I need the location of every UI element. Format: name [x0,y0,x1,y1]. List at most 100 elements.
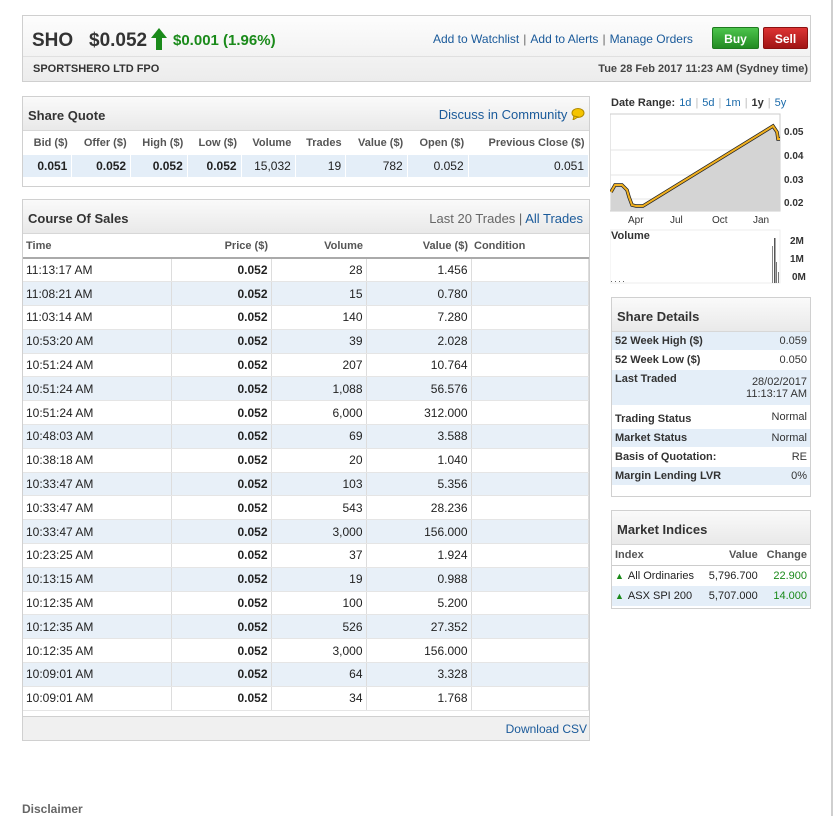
sales-cell: 156.000 [366,638,472,664]
sales-cell: 10.764 [366,353,472,378]
sales-cell: 0.052 [171,329,272,354]
speech-bubble-icon [571,108,585,122]
sales-cell: 0.052 [171,495,272,521]
volume-bar [778,272,779,283]
quote-header: Trades [306,137,342,149]
quote-header: Open ($) [419,137,465,149]
sales-cell: 11:03:14 AM [23,305,172,330]
quote-value: 0.051 [468,155,590,177]
sales-cell: 39 [271,329,367,354]
sales-cell [471,400,589,426]
table-row: 11:08:21 AM 0.052 15 0.780 [23,281,589,307]
table-row: 10:53:20 AM 0.052 39 2.028 [23,329,589,354]
sales-cell: 0.052 [171,258,272,283]
sales-cell [471,472,589,497]
quote-header: Offer ($) [83,137,127,149]
sales-cell: 0.052 [171,353,272,378]
stock-header: SHO $0.052 $0.001 (1.96%) Add to Watchli… [22,15,811,82]
index-header: Change [760,545,810,566]
sales-cell: 15 [271,281,367,307]
table-row: 10:51:24 AM 0.052 6,000 312.000 [23,400,589,426]
add-to-watchlist-link[interactable]: Add to Watchlist [433,32,519,46]
quote-value: 0.052 [407,155,469,177]
quote-value: 15,032 [241,155,296,177]
sell-button[interactable]: Sell [763,27,808,49]
sales-cell: 10:51:24 AM [23,400,172,426]
sales-cell: 10:38:18 AM [23,448,172,473]
stock-code: SHO [32,30,74,51]
sales-cell: 10:33:47 AM [23,472,172,497]
sales-cell: 0.052 [171,519,272,545]
volume-tick-label: 0M [792,272,806,283]
range-option-1y[interactable]: 1y [752,97,764,109]
table-row: 11:13:17 AM 0.052 28 1.456 [23,258,589,283]
date-range-label: Date Range: [611,97,676,109]
index-name[interactable]: All Ordinaries [628,570,694,582]
volume-bar [623,281,624,282]
market-indices-panel: Market Indices Index Value Change ▲ All Ord… [611,510,811,609]
index-name[interactable]: ASX SPI 200 [628,590,692,602]
sales-cell: 6,000 [271,400,367,426]
volume-bar [774,238,776,283]
share-details-title: Share Details [617,309,700,324]
disclaimer-link[interactable]: Disclaimer [22,802,83,816]
range-option-5y[interactable]: 5y [775,97,787,109]
share-quote-title: Share Quote [28,108,106,123]
sales-cell: 10:51:24 AM [23,353,172,378]
index-row: ▲ All Ordinaries 5,796.700 22.900 [612,566,810,587]
detail-row: 52 Week High ($) 0.059 [612,332,810,351]
date-range-selector: Date Range: 1d | 5d | 1m | 1y | 5y [611,97,787,109]
quote-datetime: Tue 28 Feb 2017 11:23 AM (Sydney time) [598,63,808,75]
price-tick-label: 0.04 [784,151,804,162]
sales-cell: 10:53:20 AM [23,329,172,354]
detail-value: 0% [740,466,810,486]
sales-cell: 10:12:35 AM [23,614,172,640]
price-chart: 0.05 0.04 0.03 0.02 Apr Jul Oct Jan Volu… [610,113,806,284]
index-row: ▲ ASX SPI 200 5,707.000 14.000 [612,586,810,606]
quote-header: Volume [252,137,292,149]
sales-cell: 1.768 [366,686,472,711]
volume-tick-label: 2M [790,236,804,247]
sales-cell: 10:51:24 AM [23,376,172,402]
volume-bar [772,246,773,283]
manage-orders-link[interactable]: Manage Orders [610,32,693,46]
detail-row: Margin Lending LVR 0% [612,466,810,486]
detail-row: Basis of Quotation: RE [612,447,810,467]
sales-cell: 0.052 [171,400,272,426]
sales-header: Price ($) [171,234,271,259]
table-row: 10:09:01 AM 0.052 34 1.768 [23,686,589,711]
quote-value: 0.051 [23,155,73,177]
volume-tick-label: 1M [790,254,804,265]
table-row: 10:23:25 AM 0.052 37 1.924 [23,543,589,568]
quote-value: 782 [345,155,408,177]
table-row: 10:51:24 AM 0.052 1,088 56.576 [23,376,589,402]
sales-cell [471,448,589,473]
add-to-alerts-link[interactable]: Add to Alerts [530,32,598,46]
sales-cell [471,258,589,283]
sales-cell [471,424,589,449]
quote-header: Bid ($) [33,137,68,149]
sales-cell: 3.588 [366,424,472,449]
sales-cell: 1.456 [366,258,472,283]
volume-bar [776,262,777,283]
range-option-1d[interactable]: 1d [679,97,691,109]
sales-cell: 0.052 [171,591,272,616]
range-option-1m[interactable]: 1m [725,97,740,109]
discuss-in-community-link[interactable]: Discuss in Community [439,107,585,122]
range-option-5d[interactable]: 5d [702,97,714,109]
detail-label: 52 Week Low ($) [612,350,740,370]
x-tick-label: Jan [753,215,769,226]
sales-cell: 140 [271,305,367,330]
all-trades-link[interactable]: All Trades [525,211,583,226]
sales-cell: 10:33:47 AM [23,519,172,545]
sales-cell: 28.236 [366,495,472,521]
sales-cell: 19 [271,567,367,592]
sales-header: Time [23,234,171,259]
download-csv-link[interactable]: Download CSV [506,722,587,736]
sales-cell: 10:23:25 AM [23,543,172,568]
buy-button[interactable]: Buy [712,27,759,49]
share-quote-panel: Share Quote Discuss in Community Bid ($)… [22,96,590,187]
sales-cell: 0.052 [171,448,272,473]
sales-cell [471,376,589,402]
sales-header: Condition [471,234,589,259]
